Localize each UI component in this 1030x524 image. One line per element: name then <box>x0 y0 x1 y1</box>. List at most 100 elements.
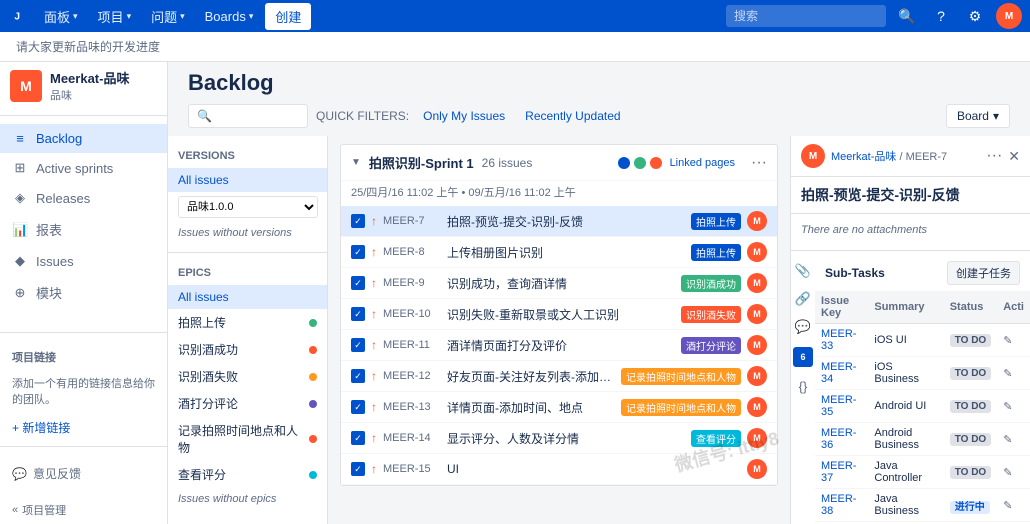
search-icon[interactable]: 🔍 <box>894 3 920 29</box>
priority-icon-meer9: ↑ <box>371 276 377 290</box>
filter-all-epics[interactable]: All issues <box>168 285 327 309</box>
versions-select[interactable]: 品味1.0.0 <box>178 196 318 218</box>
backlog-icon: ≡ <box>12 131 28 146</box>
issue-checkbox-meer12[interactable]: ✓ <box>351 369 365 383</box>
edit-icon-33[interactable]: ✎ <box>1003 335 1012 347</box>
releases-icon: ◈ <box>12 190 28 206</box>
subtask-key-33[interactable]: MEER-33 <box>821 328 856 352</box>
nav-item-boards[interactable]: Boards ▾ <box>197 5 262 28</box>
issue-row-meer14[interactable]: ✓ ↑ MEER-14 显示评分、人数及详分情 查看评分 M <box>341 423 777 454</box>
epic-item-1[interactable]: 识别酒成功 <box>168 336 327 363</box>
subtask-key-36[interactable]: MEER-36 <box>821 427 856 451</box>
col-issue-key: Issue Key <box>815 291 868 324</box>
issue-row-meer10[interactable]: ✓ ↑ MEER-10 识别失败-重新取景或文人工识别 识别酒失败 M <box>341 299 777 330</box>
issue-tag-meer10: 识别酒失败 <box>681 306 741 323</box>
nav-item-dashboard[interactable]: 面板 ▾ <box>36 3 86 30</box>
rp-attachments-section: There are no attachments <box>791 214 1030 246</box>
sprint-more-icon[interactable]: ··· <box>751 154 767 172</box>
board-button[interactable]: Board ▾ <box>946 104 1010 128</box>
nav-item-project[interactable]: 项目 ▾ <box>90 3 140 30</box>
issue-avatar-meer15: M <box>747 459 767 479</box>
issue-row-meer11[interactable]: ✓ ↑ MEER-11 酒详情页面打分及评价 酒打分评论 M <box>341 330 777 361</box>
project-management[interactable]: « 项目管理 <box>0 496 167 524</box>
rp-header: M Meerkat-品味 / MEER-7 ··· ✕ <box>791 136 1030 177</box>
filter-all-versions[interactable]: All issues <box>168 168 327 192</box>
issue-checkbox-meer9[interactable]: ✓ <box>351 276 365 290</box>
edit-icon-35[interactable]: ✎ <box>1003 401 1012 413</box>
content-area: Backlog QUICK FILTERS: Only My Issues Re… <box>168 56 1030 524</box>
col-summary: Summary <box>868 291 943 324</box>
epic-item-0[interactable]: 拍照上传 <box>168 309 327 336</box>
sidebar-item-releases[interactable]: ◈ Releases <box>0 183 167 213</box>
edit-icon-38[interactable]: ✎ <box>1003 500 1012 512</box>
backlog-search-input[interactable] <box>188 104 308 128</box>
issue-checkbox-meer11[interactable]: ✓ <box>351 338 365 352</box>
create-button[interactable]: 创建 <box>265 3 311 30</box>
comment-icon[interactable]: 💬 <box>795 319 811 335</box>
issue-checkbox-meer13[interactable]: ✓ <box>351 400 365 414</box>
add-link-button[interactable]: + 新增链接 <box>0 413 167 442</box>
epic-item-5[interactable]: 查看评分 <box>168 461 327 488</box>
epic-item-2[interactable]: 识别酒失败 <box>168 363 327 390</box>
settings-icon[interactable]: ⚙ <box>962 3 988 29</box>
sidebar-item-components[interactable]: ⊕ 模块 <box>0 276 167 309</box>
nav-item-issues[interactable]: 问题 ▾ <box>143 3 193 30</box>
issue-row-meer13[interactable]: ✓ ↑ MEER-13 详情页面-添加时间、地点 记录拍照时间地点和人物 M <box>341 392 777 423</box>
table-row: MEER-36 Android Business TO DO ✎ <box>815 423 1030 456</box>
create-subtask-button[interactable]: 创建子任务 <box>947 261 1020 285</box>
subtask-key-35[interactable]: MEER-35 <box>821 394 856 418</box>
edit-icon-36[interactable]: ✎ <box>1003 434 1012 446</box>
issue-summary-meer12: 好友页面-关注好友列表-添加评论 <box>447 368 615 385</box>
filter-recently-updated[interactable]: Recently Updated <box>519 105 626 127</box>
issue-checkbox-meer10[interactable]: ✓ <box>351 307 365 321</box>
project-info: Meerkat-品味 品味 <box>50 68 129 103</box>
sprints-icon: ⊞ <box>12 160 28 176</box>
sidebar-item-issues[interactable]: ◆ Issues <box>0 246 167 276</box>
subtask-key-38[interactable]: MEER-38 <box>821 493 856 517</box>
issue-checkbox-meer15[interactable]: ✓ <box>351 462 365 476</box>
sprint-header[interactable]: ▼ 拍照识别-Sprint 1 26 issues Linked pages ·… <box>341 145 777 181</box>
jira-logo: J <box>8 4 32 28</box>
filter-only-my-issues[interactable]: Only My Issues <box>417 105 511 127</box>
issue-avatar-meer11: M <box>747 335 767 355</box>
epic-item-3[interactable]: 酒打分评论 <box>168 390 327 417</box>
user-avatar[interactable]: M <box>996 3 1022 29</box>
issue-tag-meer8: 拍照上传 <box>691 244 741 261</box>
epics-section-title: EPICS <box>168 261 327 285</box>
rp-more-button[interactable]: ··· <box>986 147 1002 165</box>
sidebar-item-active-sprints[interactable]: ⊞ Active sprints <box>0 153 167 183</box>
epic-item-4[interactable]: 记录拍照时间地点和人物 <box>168 417 327 461</box>
search-input[interactable] <box>726 5 886 27</box>
dot-red <box>650 157 662 169</box>
issue-checkbox-meer7[interactable]: ✓ <box>351 214 365 228</box>
issue-row-meer12[interactable]: ✓ ↑ MEER-12 好友页面-关注好友列表-添加评论 记录拍照时间地点和人物… <box>341 361 777 392</box>
priority-icon-meer10: ↑ <box>371 307 377 321</box>
sidebar-item-feedback[interactable]: 💬 意见反馈 <box>12 459 155 488</box>
issue-row-meer7[interactable]: ✓ ↑ MEER-7 拍照-预览-提交-识别-反馈 拍照上传 M <box>341 206 777 237</box>
link-icon[interactable]: 🔗 <box>795 291 811 307</box>
help-icon[interactable]: ? <box>928 3 954 29</box>
issue-checkbox-meer14[interactable]: ✓ <box>351 431 365 445</box>
subtask-key-37[interactable]: MEER-37 <box>821 460 856 484</box>
rp-body: 📎 🔗 💬 6 {} Sub-Tasks 创建子任务 <box>791 255 1030 524</box>
subtask-summary-35: Android UI <box>868 390 943 423</box>
code-icon[interactable]: {} <box>799 379 808 394</box>
attachment-icon[interactable]: 📎 <box>795 263 811 279</box>
issue-checkbox-meer8[interactable]: ✓ <box>351 245 365 259</box>
sidebar-desc: 添加一个有用的链接信息给你的团队。 <box>0 369 167 413</box>
issue-key-meer8: MEER-8 <box>383 246 441 258</box>
rp-close-button[interactable]: ✕ <box>1008 148 1020 165</box>
rp-project-link[interactable]: Meerkat-品味 <box>831 151 896 163</box>
edit-icon-37[interactable]: ✎ <box>1003 467 1012 479</box>
issue-row-meer15[interactable]: ✓ ↑ MEER-15 UI M <box>341 454 777 485</box>
issue-summary-meer11: 酒详情页面打分及评价 <box>447 337 675 354</box>
sprint-linked-pages[interactable]: Linked pages <box>670 157 735 169</box>
edit-icon-34[interactable]: ✎ <box>1003 368 1012 380</box>
issue-row-meer8[interactable]: ✓ ↑ MEER-8 上传相册图片识别 拍照上传 M <box>341 237 777 268</box>
rp-main-content: Sub-Tasks 创建子任务 Issue Key Summary Status… <box>815 255 1030 524</box>
sidebar-item-backlog[interactable]: ≡ Backlog <box>0 124 167 153</box>
issue-tag-meer14: 查看评分 <box>691 430 741 447</box>
issue-row-meer9[interactable]: ✓ ↑ MEER-9 识别成功，查询酒详情 识别酒成功 M <box>341 268 777 299</box>
subtask-key-34[interactable]: MEER-34 <box>821 361 856 385</box>
sidebar-item-reports[interactable]: 📊 报表 <box>0 213 167 246</box>
